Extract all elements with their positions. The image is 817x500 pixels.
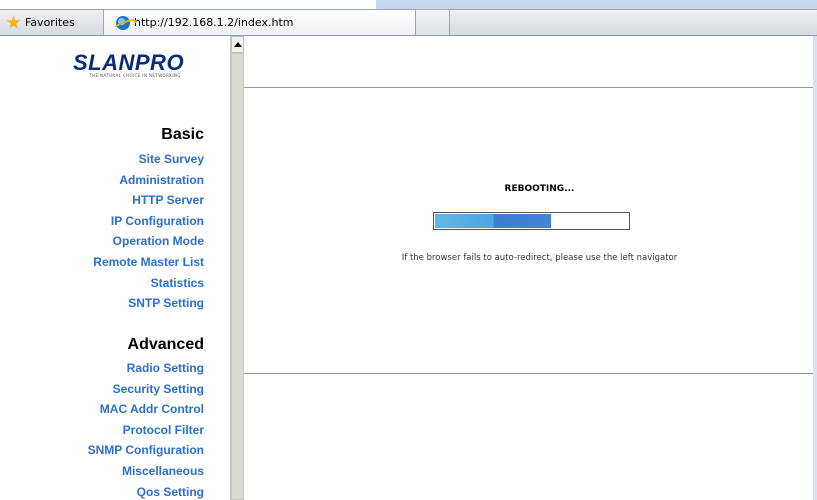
main-content-frame: REBOOTING... If the browser fails to aut… xyxy=(244,36,817,500)
nav-http-server[interactable]: HTTP Server xyxy=(0,190,204,211)
browser-tab[interactable]: http://192.168.1.2/index.htm xyxy=(104,10,416,35)
nav-sntp-setting[interactable]: SNTP Setting xyxy=(0,293,204,314)
lanpro-logo: SLANPRO THE NATURAL CHOICE IN NETWORKING xyxy=(63,50,213,79)
star-icon xyxy=(6,15,21,29)
arrow-up-icon xyxy=(233,42,242,47)
logo-tagline: THE NATURAL CHOICE IN NETWORKING xyxy=(89,73,181,78)
nav-miscellaneous[interactable]: Miscellaneous xyxy=(0,461,204,482)
redirect-note: If the browser fails to auto-redirect, p… xyxy=(401,253,678,263)
nav-qos-setting[interactable]: Qos Setting xyxy=(0,482,204,500)
nav-mac-addr-control[interactable]: MAC Addr Control xyxy=(0,399,204,420)
nav-security-setting[interactable]: Security Setting xyxy=(0,379,204,400)
nav-statistics[interactable]: Statistics xyxy=(0,273,204,294)
reboot-status-title: REBOOTING... xyxy=(504,184,575,194)
scroll-thumb[interactable] xyxy=(231,53,244,500)
basic-heading: Basic xyxy=(161,126,204,143)
reboot-progress-bar xyxy=(433,212,630,230)
nav-snmp-configuration[interactable]: SNMP Configuration xyxy=(0,440,204,461)
basic-nav-section: Basic Site Survey Administration HTTP Se… xyxy=(0,125,204,314)
advanced-heading: Advanced xyxy=(127,336,204,353)
internet-explorer-icon xyxy=(116,15,130,30)
scroll-up-button[interactable] xyxy=(231,36,244,53)
browser-toolbar: Favorites http://192.168.1.2/index.htm xyxy=(0,0,817,36)
advanced-nav-section: Advanced Radio Setting Security Setting … xyxy=(0,335,204,500)
nav-administration[interactable]: Administration xyxy=(0,170,204,191)
address-area xyxy=(0,0,376,9)
logo-wordmark: SLANPRO xyxy=(73,50,185,75)
left-navigation-frame: SLANPRO THE NATURAL CHOICE IN NETWORKING… xyxy=(0,36,230,500)
tab-title: http://192.168.1.2/index.htm xyxy=(134,16,294,29)
nav-radio-setting[interactable]: Radio Setting xyxy=(0,358,204,379)
favorites-bar: Favorites http://192.168.1.2/index.htm xyxy=(0,9,817,36)
nav-ip-configuration[interactable]: IP Configuration xyxy=(0,211,204,232)
nav-protocol-filter[interactable]: Protocol Filter xyxy=(0,420,204,441)
window-edge xyxy=(813,36,817,500)
favorites-button[interactable]: Favorites xyxy=(0,10,104,35)
nav-operation-mode[interactable]: Operation Mode xyxy=(0,231,204,252)
favorites-label: Favorites xyxy=(25,16,75,29)
nav-remote-master-list[interactable]: Remote Master List xyxy=(0,252,204,273)
nav-site-survey[interactable]: Site Survey xyxy=(0,149,204,170)
bottom-divider xyxy=(244,373,817,374)
new-tab-button[interactable] xyxy=(416,10,450,35)
top-divider xyxy=(244,87,817,88)
progress-fill xyxy=(435,214,551,228)
left-frame-scrollbar[interactable] xyxy=(230,36,244,500)
